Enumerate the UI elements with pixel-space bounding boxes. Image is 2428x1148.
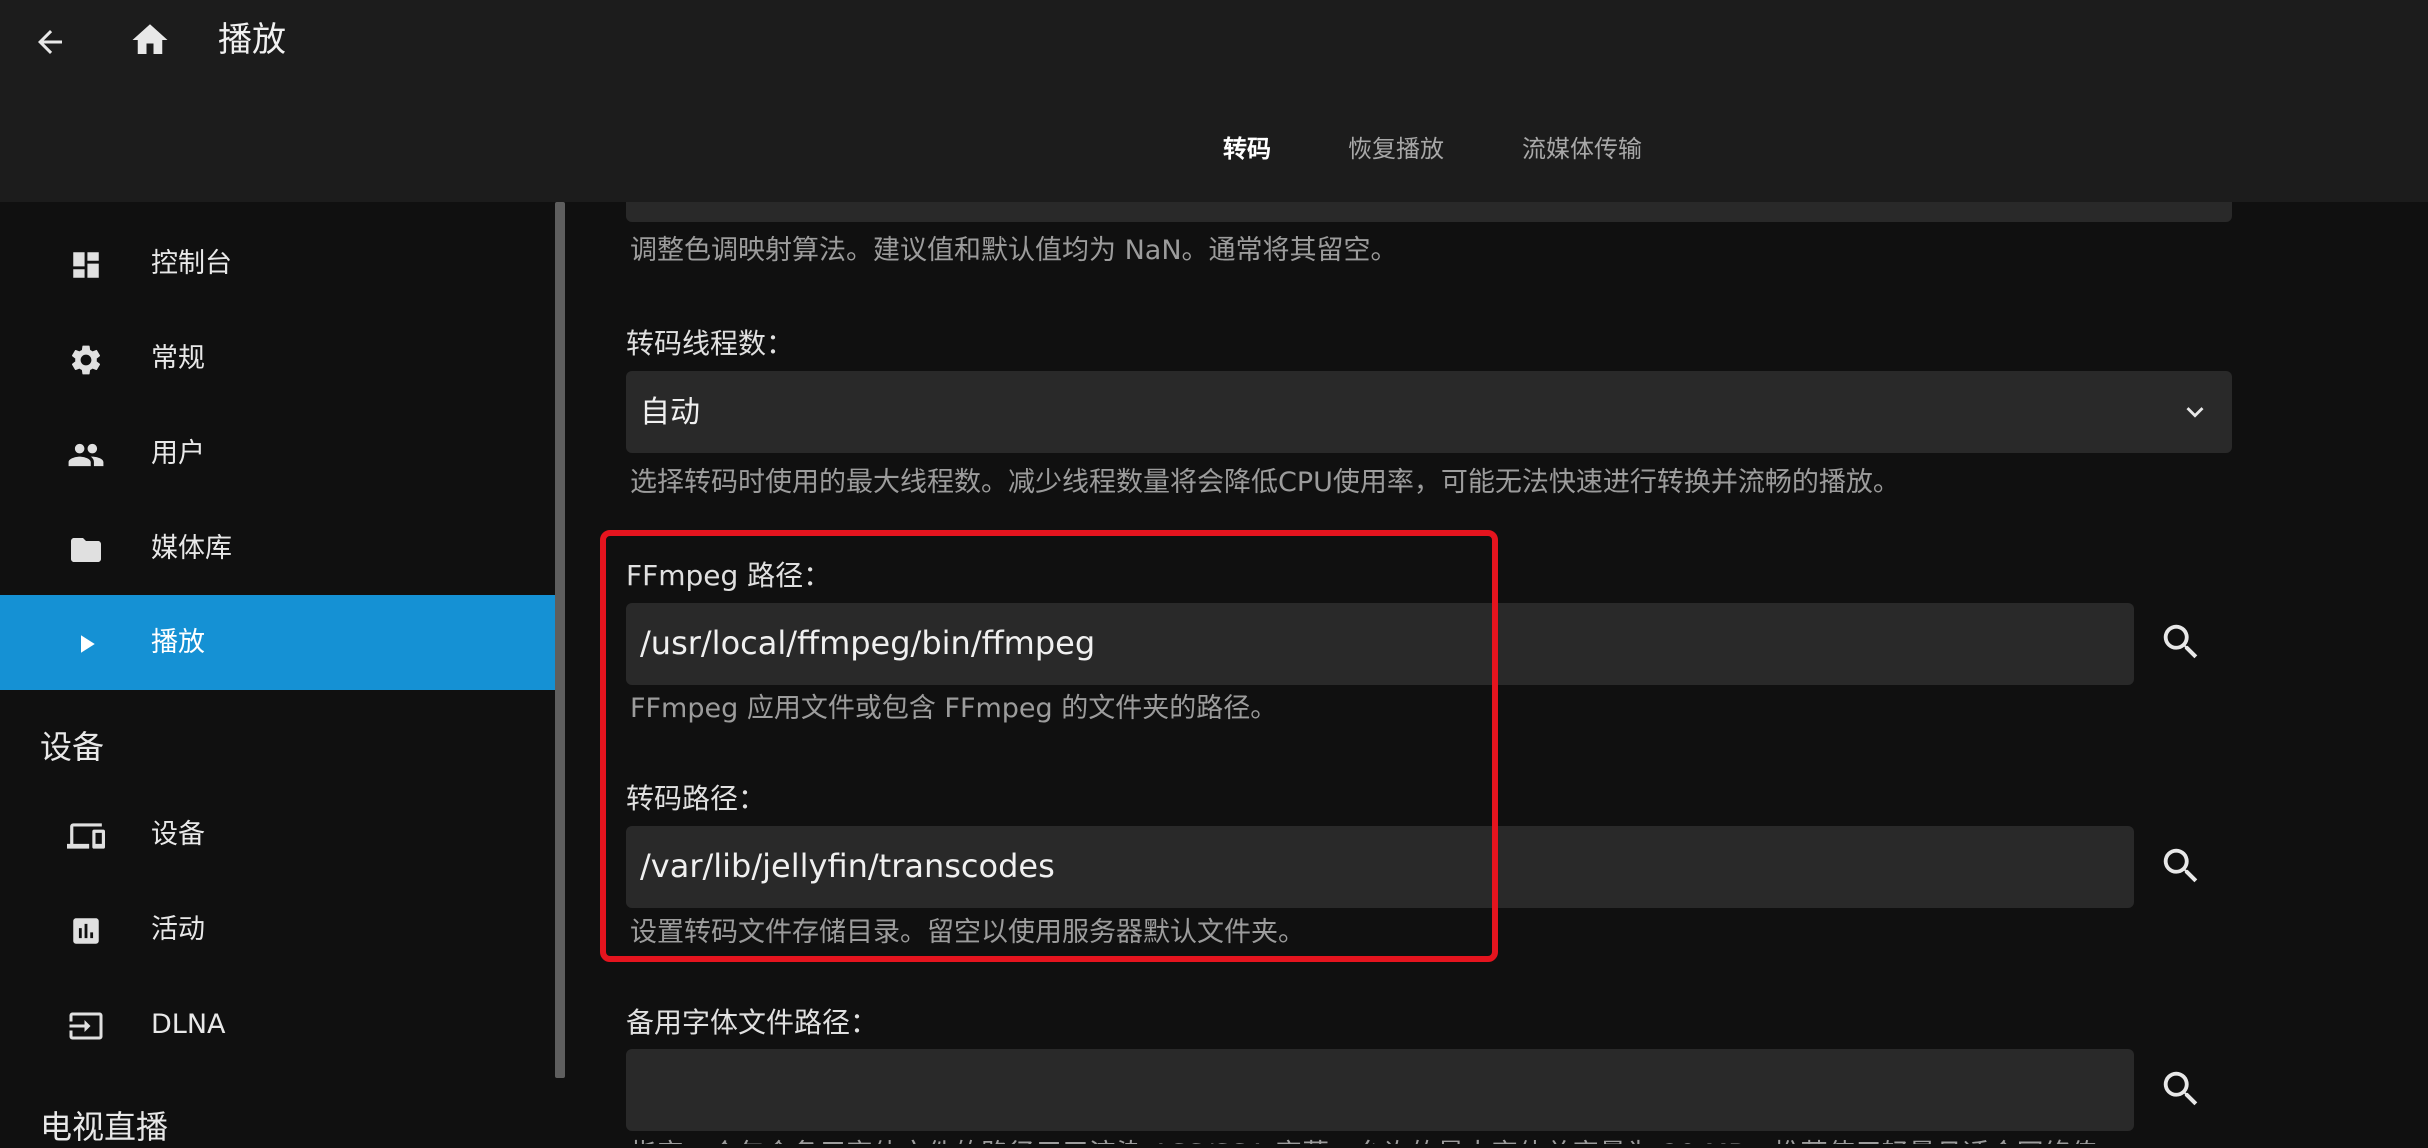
fallback-font-search-button[interactable] [2151,1059,2211,1119]
threads-select[interactable]: 自动 [626,371,2232,453]
sidebar-item-label: 播放 [151,627,205,658]
ffmpeg-path-search-button[interactable] [2151,612,2211,672]
sidebar-item-activity[interactable]: 活动 [0,882,555,977]
sidebar-item-users[interactable]: 用户 [0,406,555,501]
sidebar-item-general[interactable]: 常规 [0,311,555,406]
transcode-path-label: 转码路径： [626,782,767,815]
input-icon [66,1006,106,1046]
search-icon [2163,848,2198,883]
sidebar-scrollbar-thumb[interactable] [555,202,565,1078]
sidebar-item-playback[interactable]: 播放 [0,595,555,690]
section-title-devices: 设备 [40,728,105,766]
tab-bar: 转码 恢复播放 流媒体传输 [0,126,2428,172]
sidebar-item-label: 媒体库 [151,533,232,564]
sidebar-scrollbar[interactable] [555,202,565,1144]
transcode-path-input[interactable]: /var/lib/jellyfin/transcodes [626,826,2134,908]
devices-icon [66,816,106,856]
sidebar-item-label: DLNA [151,1009,226,1040]
search-icon [2163,1071,2198,1106]
home-button[interactable] [126,16,174,64]
sidebar: 控制台 常规 用户 媒体库 播放 设备 设备 活动 DLNA 电视直播 [0,202,555,1146]
threads-description: 选择转码时使用的最大线程数。减少线程数量将会降低CPU使用率，可能无法快速进行转… [630,467,1900,498]
dashboard-icon [66,245,106,285]
threads-select-value: 自动 [640,395,700,430]
play-icon [66,624,106,664]
tone-mapping-description: 调整色调映射算法。建议值和默认值均为 NaN。通常将其留空。 [630,235,1398,266]
tab-resume[interactable]: 恢复播放 [1348,126,1444,172]
transcode-path-search-button[interactable] [2151,836,2211,896]
search-icon [2163,624,2198,659]
fallback-font-label: 备用字体文件路径： [626,1006,879,1039]
sidebar-item-label: 常规 [151,343,205,374]
sidebar-item-dashboard[interactable]: 控制台 [0,216,555,311]
tone-mapping-input[interactable] [626,202,2232,222]
home-icon [132,24,168,54]
sidebar-item-library[interactable]: 媒体库 [0,501,555,596]
threads-label: 转码线程数： [626,327,795,360]
sidebar-item-label: 设备 [151,819,205,850]
tab-streaming[interactable]: 流媒体传输 [1522,126,1642,172]
transcode-path-value: /var/lib/jellyfin/transcodes [640,847,1055,885]
chevron-down-icon [2186,407,2204,418]
transcode-path-description: 设置转码文件存储目录。留空以使用服务器默认文件夹。 [630,917,1305,948]
gear-icon [66,340,106,380]
fallback-font-description: 指定一个包含备用字体文件的路径用于渲染 ASS/SSA 字幕，允许的最大字体总容… [630,1132,2098,1144]
arrow-back-icon [38,30,62,54]
main-content: 调整色调映射算法。建议值和默认值均为 NaN。通常将其留空。 转码线程数： 自动… [566,202,2428,1144]
ffmpeg-path-value: /usr/local/ffmpeg/bin/ffmpeg [640,624,1096,662]
folder-icon [66,530,106,570]
tab-transcoding[interactable]: 转码 [1223,126,1271,172]
section-title-livetv: 电视直播 [40,1108,169,1146]
sidebar-item-label: 控制台 [151,248,232,279]
fallback-font-input[interactable] [626,1049,2134,1131]
sidebar-item-dlna[interactable]: DLNA [0,977,555,1072]
ffmpeg-path-description: FFmpeg 应用文件或包含 FFmpeg 的文件夹的路径。 [630,693,1278,724]
sidebar-item-label: 用户 [151,438,205,469]
app-header: 播放 转码 恢复播放 流媒体传输 [0,0,2428,202]
ffmpeg-path-label: FFmpeg 路径： [626,559,832,592]
activity-chart-icon [66,911,106,951]
sidebar-item-label: 活动 [151,914,205,945]
back-button[interactable] [26,18,74,66]
users-icon [66,435,106,475]
ffmpeg-path-input[interactable]: /usr/local/ffmpeg/bin/ffmpeg [626,603,2134,685]
sidebar-item-devices[interactable]: 设备 [0,787,555,882]
page-title: 播放 [218,20,286,60]
